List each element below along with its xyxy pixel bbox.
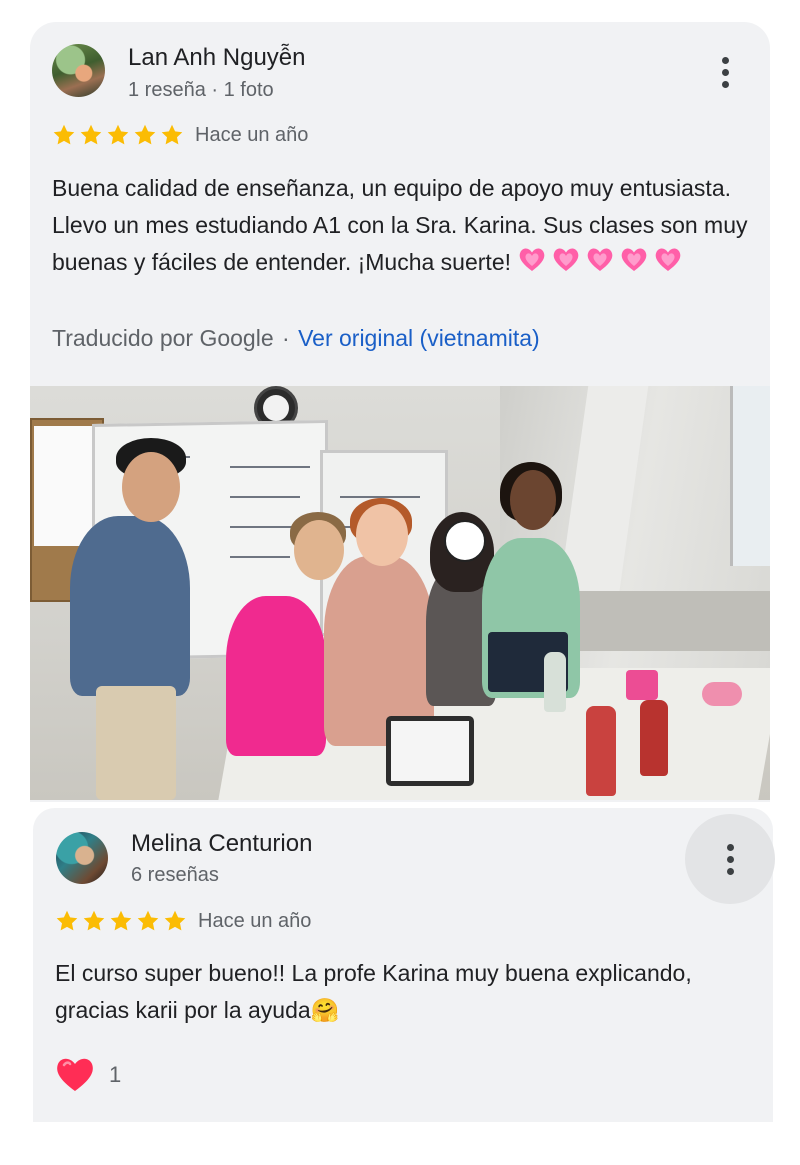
star-icon: [134, 124, 156, 145]
review-text: El curso super bueno!! La profe Karina m…: [55, 960, 692, 1023]
reviewer-name[interactable]: Melina Centurion: [131, 830, 312, 858]
reviewer-name[interactable]: Lan Anh Nguyễn: [128, 44, 305, 72]
separator: ·: [282, 325, 290, 351]
avatar[interactable]: [56, 832, 108, 884]
like-reaction-button[interactable]: [54, 1053, 96, 1095]
more-vert-icon: [721, 56, 729, 64]
star-icon: [80, 124, 102, 145]
star-icon: [83, 910, 105, 931]
reaction-count: 1: [109, 1062, 122, 1087]
review-card: Lan Anh Nguyễn 1 reseña · 1 foto Hace un…: [30, 22, 770, 802]
more-options-button[interactable]: [685, 814, 775, 904]
view-original-link[interactable]: Ver original (vietnamita): [298, 325, 540, 351]
star-icon: [56, 910, 78, 931]
heart-icon: [57, 1058, 93, 1091]
reviewer-meta: 1 reseña · 1 foto: [128, 79, 274, 101]
star-rating: [52, 123, 184, 147]
star-rating: [55, 909, 187, 933]
star-icon: [161, 124, 183, 145]
review-card: Melina Centurion 6 reseñas Hace un año E…: [33, 808, 775, 1122]
review-date: Hace un año: [195, 124, 309, 146]
growing-heart-emoji-icon: [517, 244, 683, 274]
review-text: Buena calidad de enseñanza, un equipo de…: [52, 170, 752, 281]
avatar[interactable]: [52, 44, 105, 97]
more-options-button[interactable]: [707, 50, 743, 94]
reviewer-meta: 6 reseñas: [131, 864, 219, 886]
star-icon: [137, 910, 159, 931]
review-photo[interactable]: [30, 386, 770, 800]
star-icon: [53, 124, 75, 145]
review-date: Hace un año: [198, 910, 312, 932]
translated-by-label: Traducido por Google: [52, 325, 274, 351]
tablet-image: [386, 716, 474, 786]
star-icon: [107, 124, 129, 145]
translation-note: Traducido por Google · Ver original (vie…: [52, 325, 540, 352]
more-vert-icon: [726, 843, 734, 851]
star-icon: [110, 910, 132, 931]
star-icon: [164, 910, 186, 931]
